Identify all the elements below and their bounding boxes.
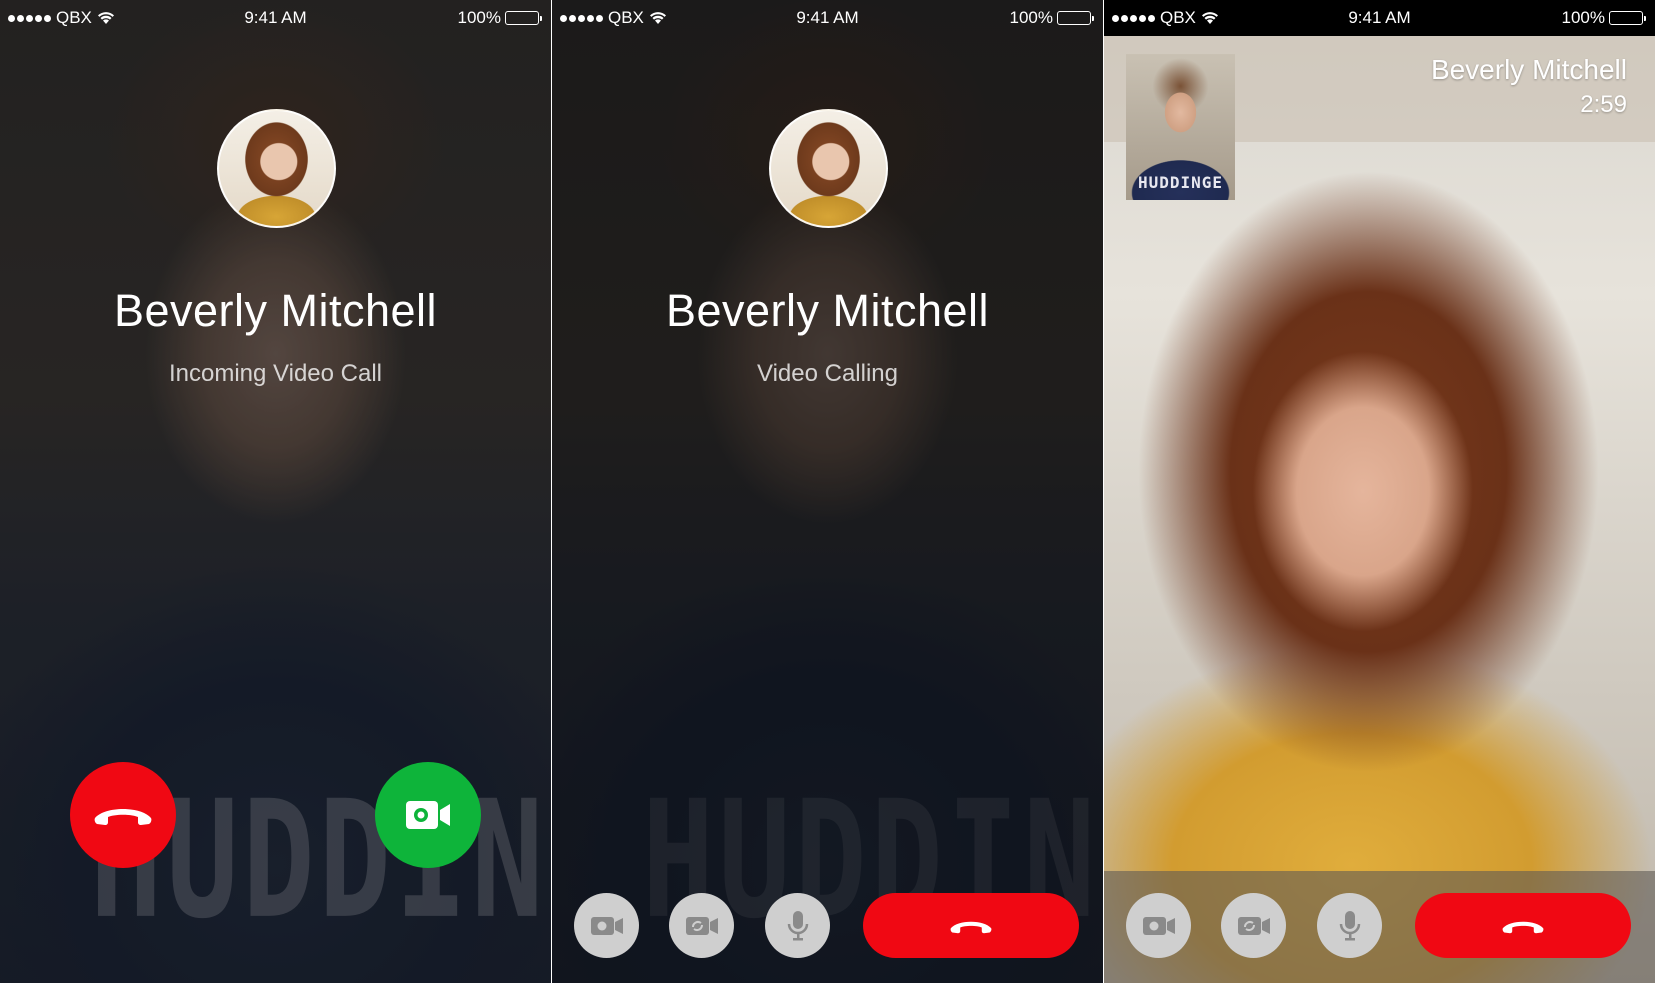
status-bar: QBX 9:41 AM 100%: [552, 0, 1103, 36]
switch-camera-button[interactable]: [1221, 893, 1286, 958]
active-call-screen: QBX 9:41 AM 100% HUDDINGE Beverly Mitche…: [1104, 0, 1655, 983]
caller-name: Beverly Mitchell: [113, 285, 438, 336]
accept-video-call-button[interactable]: [375, 762, 481, 868]
outgoing-call-screen: HUDDINGE QBX 9:41 AM 100% Beverly Mitche…: [552, 0, 1103, 983]
end-call-button[interactable]: [1415, 893, 1631, 958]
caller-avatar: [769, 109, 888, 228]
video-camera-icon: [406, 801, 450, 829]
mute-microphone-button[interactable]: [1317, 893, 1382, 958]
battery-icon: [1057, 11, 1094, 25]
battery-percent: 100%: [1561, 8, 1605, 27]
battery-percent: 100%: [457, 8, 501, 27]
end-call-button[interactable]: [863, 893, 1079, 958]
caller-name: Beverly Mitchell: [665, 285, 990, 336]
camera-icon: [1142, 916, 1175, 935]
toggle-camera-button[interactable]: [1126, 893, 1191, 958]
phone-hangup-icon: [950, 921, 992, 933]
call-status: Video Calling: [757, 360, 898, 387]
caller-avatar: [217, 109, 336, 228]
battery-icon: [1609, 11, 1646, 25]
phone-hangup-icon: [94, 809, 152, 825]
microphone-icon: [1339, 910, 1360, 940]
status-bar: QBX 9:41 AM 100%: [1104, 0, 1655, 36]
phone-hangup-icon: [1502, 921, 1544, 933]
call-status: Incoming Video Call: [168, 360, 382, 387]
self-view-preview[interactable]: HUDDINGE: [1126, 54, 1235, 200]
caller-name: Beverly Mitchell: [1430, 54, 1627, 85]
switch-camera-button[interactable]: [669, 893, 734, 958]
mute-microphone-button[interactable]: [765, 893, 830, 958]
toggle-camera-button[interactable]: [574, 893, 639, 958]
decline-call-button[interactable]: [70, 762, 176, 868]
battery-percent: 100%: [1009, 8, 1053, 27]
camera-icon: [590, 916, 623, 935]
incoming-call-screen: HUDDINGE QBX 9:41 AM 100% Beverly Mitche…: [0, 0, 551, 983]
pip-hoodie-lettering: HUDDINGE: [1137, 173, 1224, 192]
battery-icon: [505, 11, 542, 25]
microphone-icon: [787, 910, 808, 940]
status-bar: QBX 9:41 AM 100%: [0, 0, 551, 36]
call-timer: 2:59: [1580, 91, 1627, 118]
switch-camera-icon: [1237, 916, 1270, 935]
switch-camera-icon: [685, 916, 718, 935]
